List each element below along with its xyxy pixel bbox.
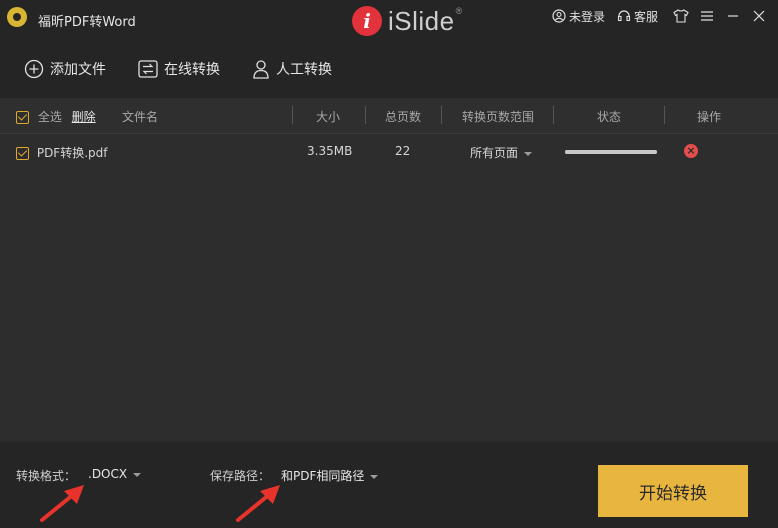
header-divider [292, 106, 293, 124]
chevron-down-icon [133, 472, 142, 477]
header-divider [365, 106, 366, 124]
annotation-arrow-icon [236, 485, 280, 522]
row-range-value: 所有页面 [470, 146, 519, 160]
path-value: 和PDF相同路径 [281, 469, 365, 483]
minimize-button[interactable] [722, 5, 744, 27]
row-filename: PDF转换.pdf [36, 146, 108, 160]
islide-icon: i [352, 6, 382, 36]
header-size: 大小 [316, 110, 341, 124]
row-size: 3.35MB [307, 144, 353, 158]
manual-convert-button[interactable]: 人工转换 [252, 59, 332, 79]
row-checkbox[interactable] [16, 147, 29, 160]
close-button[interactable] [748, 5, 770, 27]
tshirt-icon [673, 9, 689, 23]
start-convert-button[interactable]: 开始转换 [598, 465, 748, 517]
user-icon [552, 9, 566, 23]
convert-icon [138, 60, 158, 78]
toolbar: 添加文件 在线转换 人工转换 [0, 40, 778, 98]
header-status: 状态 [597, 110, 622, 124]
add-file-button[interactable]: 添加文件 [24, 59, 106, 79]
person-icon [253, 60, 269, 79]
header-filename: 文件名 [122, 110, 159, 124]
login-label: 未登录 [568, 9, 605, 24]
manual-convert-label: 人工转换 [276, 62, 332, 78]
annotation-arrow-icon [40, 485, 84, 522]
row-pages: 22 [395, 144, 411, 158]
title-bar: 福昕PDF转Word i iSlide® 未登录 客服 [0, 0, 778, 40]
minimize-icon [728, 15, 738, 17]
row-select[interactable]: PDF转换.pdf [16, 144, 107, 161]
select-all-control[interactable]: 全选 删除 [16, 108, 96, 125]
chevron-down-icon [370, 474, 379, 479]
row-range-dropdown[interactable]: 所有页面 [470, 144, 533, 161]
plus-circle-icon [24, 59, 44, 79]
brand-name: iSlide [388, 5, 455, 36]
header-range: 转换页数范围 [462, 110, 535, 124]
path-dropdown[interactable]: 和PDF相同路径 [281, 467, 379, 484]
select-all-checkbox[interactable] [16, 111, 29, 124]
online-convert-button[interactable]: 在线转换 [138, 59, 220, 79]
service-button[interactable]: 客服 [617, 8, 658, 25]
header-divider [664, 106, 665, 124]
headset-icon [617, 10, 631, 22]
menu-button[interactable] [696, 5, 718, 27]
registered-mark: ® [455, 5, 463, 16]
add-file-label: 添加文件 [50, 62, 106, 78]
row-progress-fill [565, 150, 657, 154]
online-convert-label: 在线转换 [164, 62, 220, 78]
header-divider [441, 106, 442, 124]
table-header: 全选 删除 文件名 大小 总页数 转换页数范围 状态 操作 [0, 98, 778, 134]
bottom-bar: 转换格式： .DOCX 保存路径： 和PDF相同路径 开始转换 [0, 442, 778, 528]
chevron-down-icon [524, 151, 533, 156]
header-ops: 操作 [697, 110, 722, 124]
close-icon [753, 10, 765, 22]
header-pages: 总页数 [385, 110, 422, 124]
row-progress-bar [565, 150, 657, 154]
login-button[interactable]: 未登录 [552, 8, 605, 25]
menu-icon [701, 11, 713, 21]
app-logo-icon [7, 7, 27, 27]
service-label: 客服 [633, 9, 658, 24]
header-divider [553, 106, 554, 124]
table-row[interactable]: PDF转换.pdf 3.35MB 22 所有页面 [0, 135, 778, 169]
format-value: .DOCX [88, 467, 128, 481]
skin-button[interactable] [670, 5, 692, 27]
app-title: 福昕PDF转Word [38, 15, 136, 30]
title-actions: 未登录 客服 [552, 0, 778, 32]
remove-row-icon[interactable]: × [684, 144, 698, 158]
select-all-label: 全选 [37, 110, 62, 124]
delete-link[interactable]: 删除 [72, 110, 96, 124]
brand-logo: i iSlide® [352, 6, 463, 36]
format-dropdown[interactable]: .DOCX [88, 467, 142, 481]
